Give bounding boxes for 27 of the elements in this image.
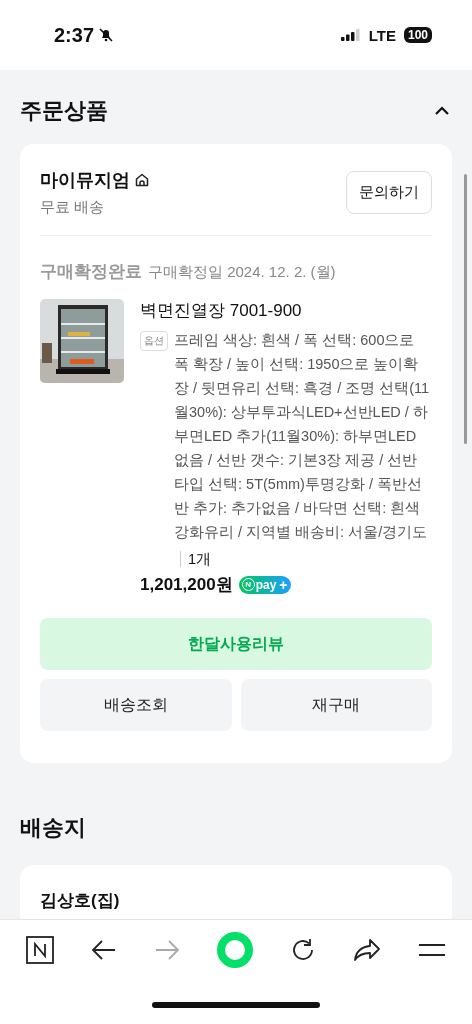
section-title: 배송지 [20,814,87,842]
confirm-date: 구매확정일 2024. 12. 2. (월) [148,263,336,282]
npay-badge: N pay + [238,575,291,594]
quantity: 1개 [180,551,212,567]
option-details: 프레임 색상: 흰색 / 폭 선택: 600으로 폭 확장 / 높이 선택: 1950으로 높이확장 / 뒷면유리 선택: 흑경 / 조명 선택(11월30%): 상부투과식LED+선반LED / 하부면LED 추가(11월30%): 하부면LED 없음 / 선반 갯수: 기본3장 제공 / 선반타입 선택: 5T(5mm)투명강화 / 폭반선반 추가: 추가없음 / 바닥면 선택: 흰색강화유리 / 지역별 배송비: 서울/경기도 [174,331,431,542]
network-label: LTE [368,26,396,44]
home-icon [134,172,150,188]
muted-bell-icon [98,27,115,43]
shipping-info: 무료 배송 [40,198,106,217]
order-status: 구매확정완료 [40,261,142,283]
store-name[interactable]: 마이뮤지엄 [40,168,130,192]
section-title: 주문상품 [20,97,108,125]
inquiry-button[interactable]: 문의하기 [346,171,432,214]
recipient-name: 김상호(집) [40,890,121,912]
refresh-icon[interactable] [290,937,316,963]
price: 1,201,200원 [140,574,233,596]
n-logo-icon[interactable] [26,936,54,964]
action-button[interactable]: 배송조회 [40,679,232,731]
action-button[interactable]: 재구매 [240,679,432,731]
option-tag: 옵션 [140,331,168,351]
battery-indicator: 100 [403,27,432,43]
menu-icon[interactable] [418,943,446,957]
product-name[interactable]: 벽면진열장 7001-900 [140,299,432,322]
clock-time: 2:37 [54,23,95,47]
signal-icon [340,29,361,41]
back-icon[interactable] [91,939,117,961]
share-icon[interactable] [353,937,381,963]
